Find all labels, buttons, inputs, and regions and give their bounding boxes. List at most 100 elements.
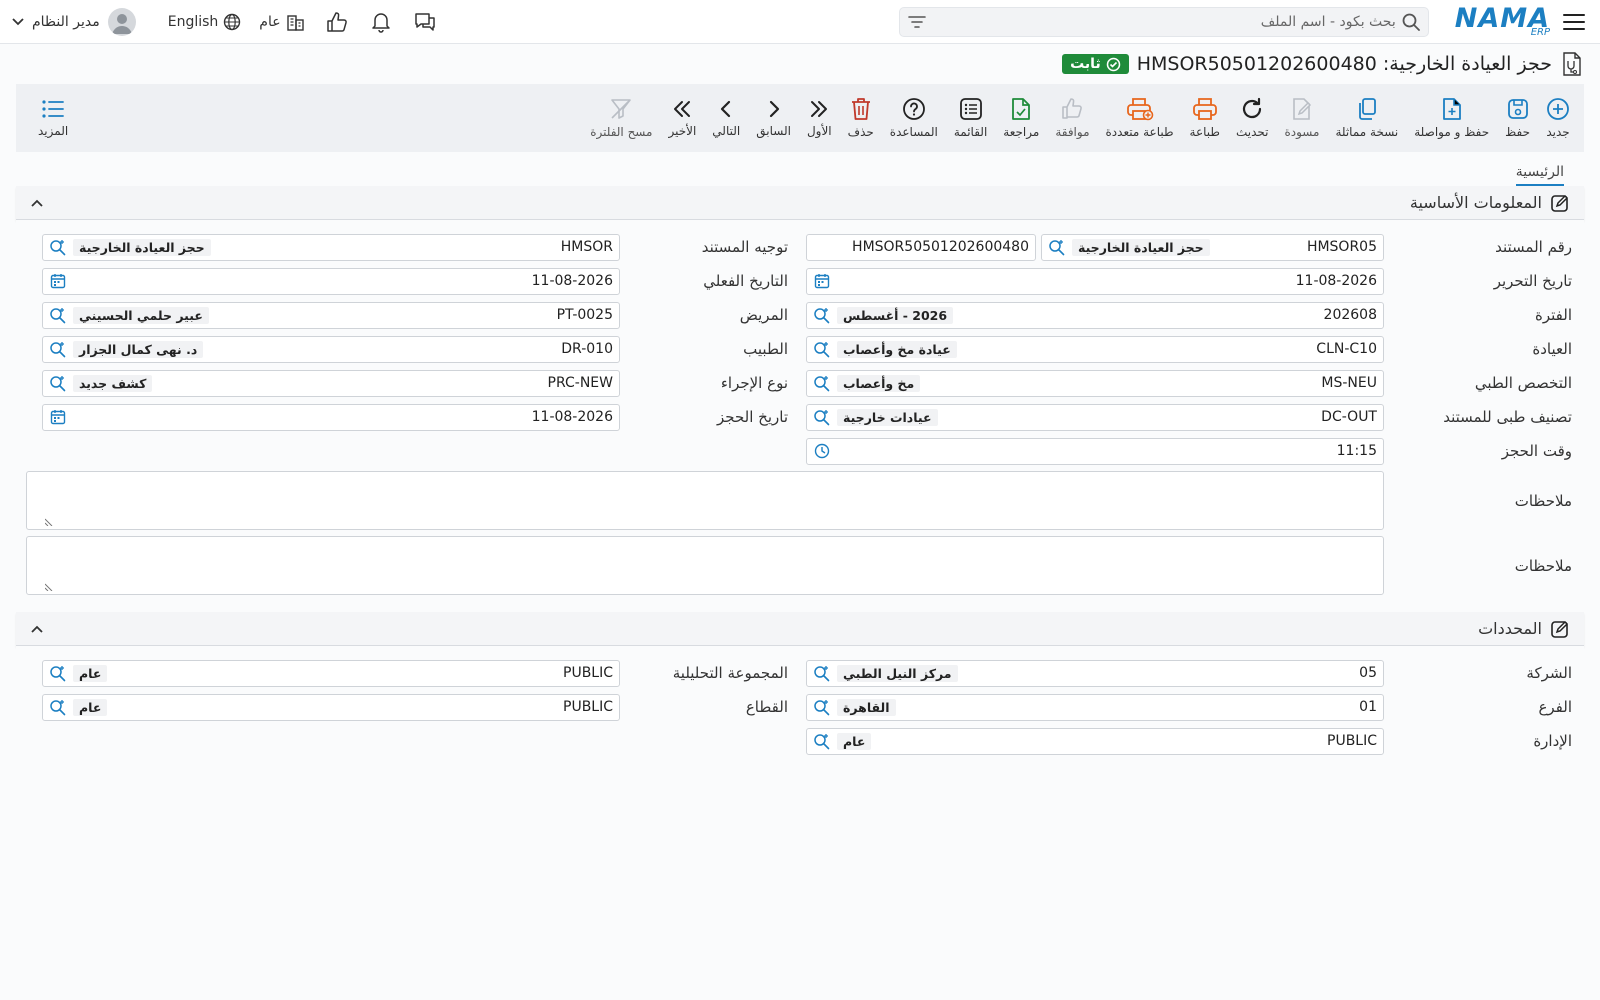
determinants-section: المحددات الشركة 05 مركز النيل الطبي المجموع… bbox=[16, 612, 1584, 764]
search-icon[interactable] bbox=[1402, 13, 1420, 31]
booking-time-field-code: 11:15 bbox=[1336, 443, 1377, 459]
chat-icon[interactable] bbox=[412, 9, 438, 35]
chevron-up-icon[interactable] bbox=[30, 624, 44, 634]
form-row: الفرع 01 القاهرة القطاع PUBLIC عام bbox=[16, 690, 1584, 724]
filter-lines-icon[interactable] bbox=[907, 15, 926, 29]
multi-print-button[interactable]: طباعة متعددة bbox=[1098, 84, 1182, 152]
list-button-label: القائمة bbox=[953, 125, 988, 139]
approve-button-label: موافقة bbox=[1055, 125, 1090, 139]
booking-time-field[interactable]: 11:15 bbox=[806, 437, 1384, 465]
approve-button[interactable]: موافقة bbox=[1047, 84, 1097, 152]
lookup-icon[interactable] bbox=[813, 374, 831, 392]
doc-direction-field[interactable]: HMSOR حجز العيادة الخارجية bbox=[42, 233, 620, 261]
more-button[interactable]: المزيد bbox=[30, 84, 76, 152]
chevron-up-icon[interactable] bbox=[30, 198, 44, 208]
determinants-body: الشركة 05 مركز النيل الطبي المجموعة التحليل… bbox=[16, 646, 1584, 764]
notes-row: ملاحظات bbox=[16, 468, 1584, 533]
analysis-group-field[interactable]: PUBLIC عام bbox=[42, 659, 620, 687]
thumbs-up-icon[interactable] bbox=[324, 9, 350, 35]
actual-date-field[interactable]: 11-08-2026 bbox=[42, 267, 620, 295]
lookup-icon[interactable] bbox=[813, 664, 831, 682]
form-row: الإدارة PUBLIC عام bbox=[16, 724, 1584, 758]
doc-number-number-field[interactable]: HMSOR50501202600480 bbox=[806, 233, 1036, 261]
actual-date-field-code: 11-08-2026 bbox=[531, 273, 613, 289]
basic-info-header[interactable]: المعلومات الأساسية bbox=[16, 186, 1584, 220]
hamburger-menu-icon[interactable] bbox=[1560, 8, 1588, 36]
next-button-label: التالي bbox=[712, 124, 741, 138]
clinic-field[interactable]: CLN-C10 عيادة مخ وأعصاب bbox=[806, 335, 1384, 363]
next-button[interactable]: التالي bbox=[704, 84, 748, 152]
edit-date-field[interactable]: 11-08-2026 bbox=[806, 267, 1384, 295]
doctor-field[interactable]: DR-010 د. نهى كمال الجزار bbox=[42, 335, 620, 363]
medical-class-field[interactable]: DC-OUT عيادات خارجية bbox=[806, 403, 1384, 431]
determinants-header[interactable]: المحددات bbox=[16, 612, 1584, 646]
tab-main[interactable]: الرئيسية bbox=[1515, 164, 1564, 186]
company-scope-label: عام bbox=[259, 14, 281, 30]
company-field[interactable]: 05 مركز النيل الطبي bbox=[806, 659, 1384, 687]
booking-date-field[interactable]: 11-08-2026 bbox=[42, 403, 620, 431]
form-row: وقت الحجز 11:15 bbox=[16, 434, 1584, 468]
lookup-icon[interactable] bbox=[49, 664, 67, 682]
clear-filter-button[interactable]: مسح الفلترة bbox=[582, 84, 660, 152]
resize-handle-icon[interactable] bbox=[45, 583, 53, 591]
patient-field[interactable]: PT-0025 عبير حلمي الحسيني bbox=[42, 301, 620, 329]
user-menu[interactable]: مدير النظام bbox=[12, 8, 136, 36]
last-button[interactable]: الأخير bbox=[660, 84, 704, 152]
doctor-field-description: د. نهى كمال الجزار bbox=[73, 340, 204, 358]
notes-textarea[interactable] bbox=[26, 471, 1384, 530]
review-button[interactable]: مراجعة bbox=[995, 84, 1047, 152]
calendar-icon[interactable] bbox=[49, 408, 67, 426]
lookup-icon[interactable] bbox=[1048, 238, 1066, 256]
clear-filter-button-label: مسح الفلترة bbox=[590, 125, 653, 139]
previous-button[interactable]: السابق bbox=[748, 84, 799, 152]
doc-direction-field-description: حجز العيادة الخارجية bbox=[73, 238, 211, 256]
draft-button[interactable]: مسودة bbox=[1276, 84, 1327, 152]
procedure-type-field-description: كشف جديد bbox=[73, 374, 153, 392]
company-scope[interactable]: عام bbox=[259, 13, 305, 31]
resize-handle-icon[interactable] bbox=[45, 518, 53, 526]
search-input[interactable] bbox=[931, 13, 1396, 30]
lookup-icon[interactable] bbox=[49, 238, 67, 256]
calendar-icon[interactable] bbox=[813, 272, 831, 290]
branch-field[interactable]: 01 القاهرة bbox=[806, 693, 1384, 721]
lookup-icon[interactable] bbox=[49, 340, 67, 358]
bell-icon[interactable] bbox=[368, 9, 394, 35]
new-button[interactable]: جديد bbox=[1538, 84, 1578, 152]
lookup-icon[interactable] bbox=[813, 732, 831, 750]
notes-textarea[interactable] bbox=[26, 536, 1384, 595]
help-icon bbox=[902, 97, 926, 121]
lookup-icon[interactable] bbox=[813, 340, 831, 358]
lookup-icon[interactable] bbox=[49, 698, 67, 716]
help-button[interactable]: المساعدة bbox=[882, 84, 946, 152]
doc-number-field[interactable]: HMSOR05 حجز العيادة الخارجية bbox=[1041, 233, 1384, 261]
department-field[interactable]: PUBLIC عام bbox=[806, 727, 1384, 755]
language-switch[interactable]: English bbox=[168, 13, 242, 31]
lookup-icon[interactable] bbox=[813, 306, 831, 324]
duplicate-button[interactable]: نسخة مماثلة bbox=[1327, 84, 1406, 152]
medical-class-label: تصنيف طبى للمستند bbox=[1443, 408, 1572, 426]
first-button[interactable]: الأول bbox=[799, 84, 840, 152]
list-bullets-icon bbox=[41, 98, 65, 120]
lookup-icon[interactable] bbox=[49, 374, 67, 392]
save-continue-button[interactable]: حفظ و مواصلة bbox=[1406, 84, 1497, 152]
list-button[interactable]: القائمة bbox=[946, 84, 995, 152]
lookup-icon[interactable] bbox=[813, 408, 831, 426]
calendar-icon[interactable] bbox=[49, 272, 67, 290]
specialty-field-code: MS-NEU bbox=[1321, 375, 1377, 391]
sector-field[interactable]: PUBLIC عام bbox=[42, 693, 620, 721]
lookup-icon[interactable] bbox=[813, 698, 831, 716]
clock-icon[interactable] bbox=[813, 442, 831, 460]
print-button[interactable]: طباعة bbox=[1182, 84, 1228, 152]
refresh-button[interactable]: تحديث bbox=[1228, 84, 1277, 152]
copy-icon bbox=[1356, 97, 1378, 121]
buildings-icon bbox=[286, 13, 306, 31]
company-field-description: مركز النيل الطبي bbox=[837, 664, 958, 682]
procedure-type-field[interactable]: PRC-NEW كشف جديد bbox=[42, 369, 620, 397]
delete-button[interactable]: حذف bbox=[840, 84, 882, 152]
save-button[interactable]: حفظ bbox=[1497, 84, 1538, 152]
specialty-field[interactable]: MS-NEU مخ وأعصاب bbox=[806, 369, 1384, 397]
period-field[interactable]: 202608 2026 - أغسطس bbox=[806, 301, 1384, 329]
nama-erp-logo[interactable]: NAMA ERP bbox=[1455, 5, 1550, 38]
lookup-icon[interactable] bbox=[49, 306, 67, 324]
form-row: التخصص الطبي MS-NEU مخ وأعصاب نوع الإجراء PR… bbox=[16, 366, 1584, 400]
